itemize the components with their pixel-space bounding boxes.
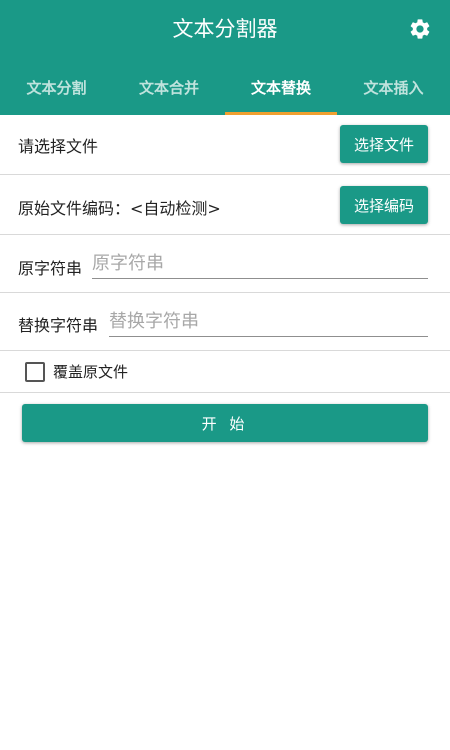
tab-merge[interactable]: 文本合并 <box>113 60 225 115</box>
select-encoding-button[interactable]: 选择编码 <box>340 186 428 224</box>
replace-string-input[interactable] <box>109 307 428 337</box>
source-string-row: 原字符串 <box>0 235 450 293</box>
app-title: 文本分割器 <box>172 17 278 41</box>
replace-string-row: 替换字符串 <box>0 293 450 351</box>
tab-split[interactable]: 文本分割 <box>0 60 113 115</box>
file-select-row: 请选择文件 选择文件 <box>0 115 450 175</box>
app-bar: 文本分割器 文本分割 文本合并 文本替换 文本插入 <box>0 0 450 115</box>
encoding-row: 原始文件编码：<自动检测> 选择编码 <box>0 175 450 235</box>
start-button[interactable]: 开 始 <box>22 404 428 442</box>
file-label: 请选择文件 <box>18 137 99 156</box>
tab-insert[interactable]: 文本插入 <box>337 60 450 115</box>
tab-bar: 文本分割 文本合并 文本替换 文本插入 <box>0 60 450 115</box>
encoding-label: 原始文件编码：<自动检测> <box>18 199 221 218</box>
replace-string-label: 替换字符串 <box>18 316 99 335</box>
overwrite-checkbox[interactable] <box>25 362 45 382</box>
gear-icon <box>410 19 430 39</box>
select-file-button[interactable]: 选择文件 <box>340 125 428 163</box>
overwrite-label: 覆盖原文件 <box>53 363 129 381</box>
source-string-input[interactable] <box>92 249 428 279</box>
settings-button[interactable] <box>408 17 432 41</box>
source-string-label: 原字符串 <box>18 259 83 278</box>
tab-replace[interactable]: 文本替换 <box>225 60 337 115</box>
